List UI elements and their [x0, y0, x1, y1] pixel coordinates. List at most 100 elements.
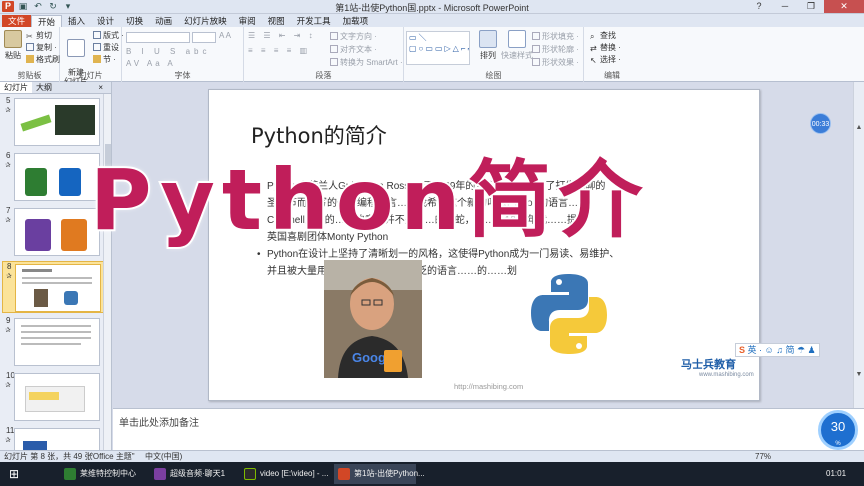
- arrange-button[interactable]: 排列: [478, 30, 498, 61]
- quick-styles-button[interactable]: 快速样式: [500, 30, 534, 61]
- tab-slideshow[interactable]: 幻灯片放映: [178, 15, 233, 27]
- restore-button[interactable]: ❐: [798, 0, 824, 13]
- shape-fill-button[interactable]: 形状填充 ·: [532, 31, 579, 42]
- app-icon: [154, 468, 166, 480]
- layout-icon: [93, 31, 101, 39]
- animation-star-icon: ✰: [5, 162, 11, 169]
- shape-effects-button[interactable]: 形状效果 ·: [532, 57, 579, 68]
- zoom-level[interactable]: 77%: [755, 451, 771, 462]
- recording-timer[interactable]: 00:33: [810, 113, 831, 134]
- ime-toolbar[interactable]: S 英 · ☺ ♫ 简 ☂ ♟: [735, 343, 820, 357]
- slide-thumbnail[interactable]: 11 ✰: [2, 426, 110, 450]
- slide-thumbnail[interactable]: 5 ✰: [2, 96, 110, 148]
- slide-scrollbar[interactable]: ▲ ▼: [853, 82, 864, 408]
- slide-thumbnail-selected[interactable]: 8 ✰: [2, 261, 110, 313]
- cut-button[interactable]: ✂ 剪切: [26, 30, 52, 41]
- ime-logo-icon: S: [739, 345, 746, 355]
- tab-home[interactable]: 开始: [31, 15, 63, 27]
- list-buttons[interactable]: ☰ ☰ ⇤ ⇥ ↕: [248, 31, 316, 40]
- thumbnail-image: [14, 428, 100, 450]
- network-speed-widget[interactable]: 30%: [818, 410, 858, 450]
- tab-slides[interactable]: 幻灯片: [0, 82, 32, 93]
- select-button[interactable]: ↖ 选择 ·: [590, 54, 621, 65]
- language-status[interactable]: 中文(中国): [145, 451, 182, 462]
- font-grow-icons[interactable]: A A: [219, 31, 231, 40]
- smartart-icon: [330, 58, 338, 66]
- theme-status: "Office 主题": [90, 452, 135, 461]
- notes-pane[interactable]: 单击此处添加备注: [113, 408, 864, 450]
- title-bar: P ▣ ↶ ↻ ▾ 第1站-出使Python国.pptx - Microsoft…: [0, 0, 864, 14]
- tab-animations[interactable]: 动画: [149, 15, 178, 27]
- section-button[interactable]: 节 ·: [93, 54, 116, 65]
- slide-thumbnail[interactable]: 10 ✰: [2, 371, 110, 423]
- tab-view[interactable]: 视图: [262, 15, 291, 27]
- layout-button[interactable]: 版式 ·: [93, 30, 124, 41]
- tab-transitions[interactable]: 切换: [120, 15, 149, 27]
- thumbnail-image: [15, 264, 101, 312]
- smartart-button[interactable]: 转换为 SmartArt ·: [330, 57, 403, 68]
- tab-insert[interactable]: 插入: [62, 15, 91, 27]
- scissors-icon: ✂: [26, 32, 33, 41]
- tab-addins[interactable]: 加载项: [337, 15, 375, 27]
- font-color-buttons[interactable]: AV Aa A: [126, 59, 176, 68]
- section-icon: [93, 55, 101, 63]
- portrait-image: Google: [324, 260, 422, 378]
- brand-url: www.mashibing.com: [699, 372, 754, 378]
- slide-title[interactable]: Python的简介: [251, 120, 387, 150]
- tab-developer[interactable]: 开发工具: [291, 15, 337, 27]
- binoculars-icon: ⌕: [590, 32, 595, 41]
- slide-count-status: 幻灯片 第 8 张，共 49 张: [4, 452, 93, 461]
- close-panel-icon[interactable]: ×: [94, 82, 107, 94]
- copy-button[interactable]: 复制 ·: [26, 42, 57, 53]
- help-icon[interactable]: ?: [746, 0, 772, 13]
- tab-review[interactable]: 审阅: [233, 15, 262, 27]
- replace-button[interactable]: ⇄ 替换 ·: [590, 42, 621, 53]
- scroll-down-icon[interactable]: ▼: [854, 371, 864, 378]
- paste-button[interactable]: 粘贴: [3, 30, 23, 61]
- taskbar-clock[interactable]: 01:01: [822, 464, 862, 484]
- reset-button[interactable]: 重设: [93, 42, 119, 53]
- brand-logo: 马士兵教育 www.mashibing.com: [681, 356, 754, 378]
- scroll-up-icon[interactable]: ▲: [854, 124, 864, 131]
- font-name-combo[interactable]: [126, 32, 190, 43]
- app-icon: [64, 468, 76, 480]
- thumbnail-image: [14, 208, 100, 256]
- clipboard-group: 粘贴 ✂ 剪切 复制 · 格式刷 剪贴板: [0, 27, 60, 82]
- slide-thumbnail[interactable]: 9 ✰: [2, 316, 110, 368]
- tab-design[interactable]: 设计: [91, 15, 120, 27]
- tab-file[interactable]: 文件: [2, 15, 32, 27]
- paste-icon: [4, 30, 22, 48]
- thumbnail-image: [14, 373, 100, 421]
- format-painter-button[interactable]: 格式刷: [26, 54, 60, 65]
- slide-url: http://mashibing.com: [454, 382, 524, 391]
- panel-scrollbar[interactable]: [103, 94, 111, 450]
- python-logo[interactable]: [525, 270, 613, 358]
- taskbar: ⊞ 莱维特控制中心 超级音频·聊天1 video [E:\video] - ..…: [0, 462, 864, 486]
- close-button[interactable]: ✕: [824, 0, 864, 13]
- clipboard-label: 剪贴板: [17, 71, 42, 80]
- animation-star-icon: ✰: [6, 273, 12, 280]
- font-size-combo[interactable]: [192, 32, 216, 43]
- slides-group: 新建 幻灯片 · 版式 · 重设 节 · 幻灯片: [60, 27, 124, 95]
- slide-thumbnail-panel: 幻灯片 大纲 × 5 ✰ 6 ✰ 7 ✰ 8 ✰ 9 ✰ 10 ✰ 11 ✰: [0, 82, 112, 450]
- thumbnail-image: [14, 98, 100, 146]
- arrange-icon: [479, 30, 497, 48]
- font-label: 字体: [174, 71, 191, 80]
- tab-outline[interactable]: 大纲: [32, 82, 56, 93]
- guido-photo[interactable]: Google: [324, 260, 422, 378]
- align-text-button[interactable]: 对齐文本 ·: [330, 44, 377, 55]
- shape-outline-button[interactable]: 形状轮廓 ·: [532, 44, 579, 55]
- find-button[interactable]: ⌕ 查找: [590, 30, 616, 41]
- shapes-gallery[interactable]: ▭＼▢○▭▭▷△⌐⌐⊂⊃⊃◇↖↘⊃⌒☆: [406, 31, 470, 65]
- copy-icon: [26, 43, 34, 51]
- minimize-button[interactable]: ─: [772, 0, 798, 13]
- font-style-buttons[interactable]: B I U S abc: [126, 47, 210, 56]
- text-direction-button[interactable]: 文字方向 ·: [330, 31, 377, 42]
- taskbar-item-active[interactable]: 第1站-出使Python...: [334, 464, 425, 484]
- taskbar-item[interactable]: video [E:\video] - ...: [240, 464, 335, 484]
- drawing-label: 绘图: [485, 71, 502, 80]
- ribbon: 粘贴 ✂剪切 复制 · 格式刷 剪贴板 新建 幻灯片 · 版式 · 重设 节 ·…: [0, 27, 864, 95]
- animation-star-icon: ✰: [5, 217, 11, 224]
- start-button-icon[interactable]: ⊞: [6, 466, 22, 482]
- align-buttons[interactable]: ≡ ≡ ≡ ≡ ▥: [248, 46, 310, 55]
